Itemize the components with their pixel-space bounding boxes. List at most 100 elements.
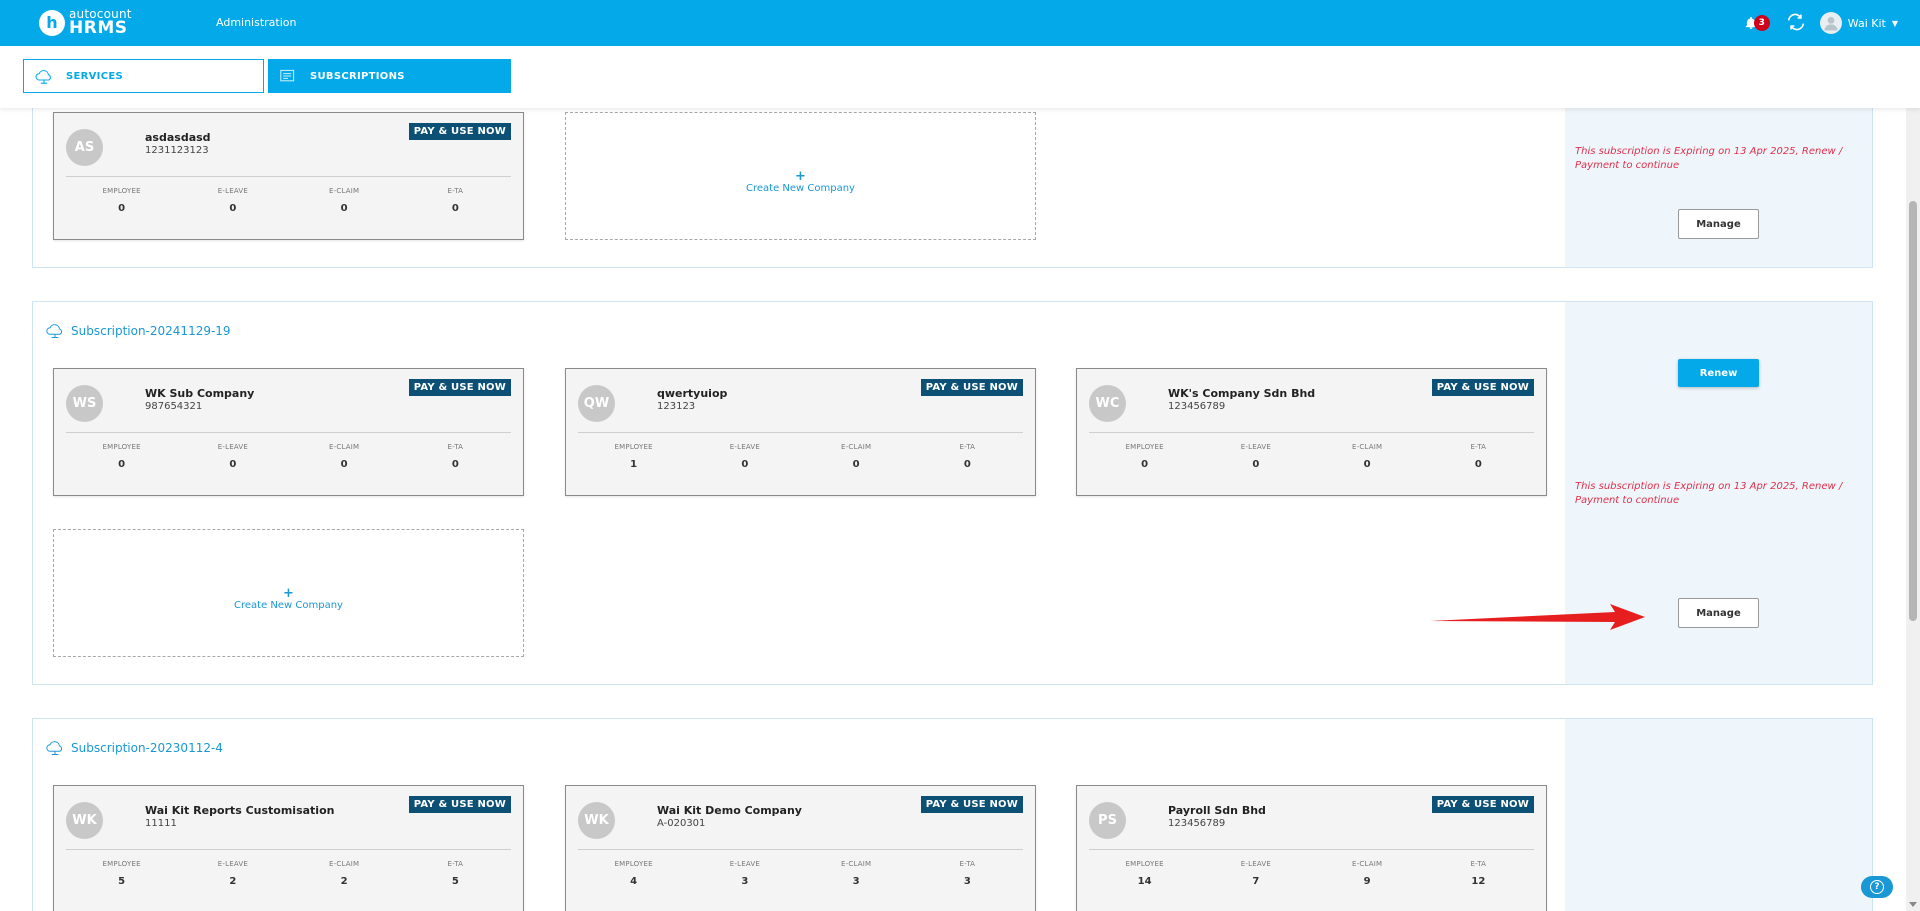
tab-services-label: SERVICES (66, 70, 123, 82)
stat-label: E-CLAIM (1352, 860, 1383, 868)
create-new-company-label: Create New Company (234, 600, 343, 611)
tab-subscriptions[interactable]: SUBSCRIPTIONS (268, 59, 511, 93)
pay-use-now-button[interactable]: PAY & USE NOW (920, 796, 1023, 813)
subscription-title[interactable]: Subscription-20241129-19 (45, 322, 231, 340)
stat-value: 7 (1252, 876, 1260, 887)
stat-value: 12 (1471, 876, 1486, 887)
pay-use-now-button[interactable]: PAY & USE NOW (408, 796, 511, 813)
stat-label: E-TA (447, 860, 464, 868)
company-card[interactable]: PAY & USE NOW QW qwertyuiop 123123 EMPLO… (565, 368, 1036, 496)
plus-icon: + (283, 586, 294, 601)
stat-value: 0 (1252, 459, 1260, 470)
vertical-scrollbar[interactable] (1906, 46, 1920, 911)
logo-icon: h (39, 9, 65, 36)
company-code: 1231123123 (145, 145, 209, 156)
stat-value: 5 (118, 876, 126, 887)
stat-label: EMPLOYEE (1125, 443, 1164, 451)
plus-icon: + (795, 169, 806, 184)
company-avatar: WC (1089, 385, 1126, 422)
scroll-thumb[interactable] (1909, 201, 1917, 621)
stat-label: EMPLOYEE (102, 187, 141, 195)
subscription-section: Subscription-20230112-4 PAY & USE NOW WK… (32, 718, 1873, 911)
company-avatar: WK (578, 802, 615, 839)
pay-use-now-button[interactable]: PAY & USE NOW (408, 123, 511, 140)
company-name: asdasdasd (145, 131, 211, 144)
stat-label: E-LEAVE (1240, 443, 1271, 451)
user-name: Wai Kit (1847, 16, 1886, 30)
avatar-icon (1819, 12, 1842, 34)
manage-button[interactable]: Manage (1678, 209, 1759, 239)
stat-value: 3 (741, 876, 749, 887)
stat-value: 0 (741, 459, 749, 470)
stat-label: EMPLOYEE (102, 443, 141, 451)
pay-use-now-button[interactable]: PAY & USE NOW (408, 379, 511, 396)
company-stats: EMPLOYEE 1 E-LEAVE 0 E-CLAIM 0 E-TA 0 (578, 443, 1023, 470)
company-card[interactable]: PAY & USE NOW WS WK Sub Company 98765432… (53, 368, 524, 496)
expiry-notice: This subscription is Expiring on 13 Apr … (1575, 481, 1843, 506)
company-code: A-020301 (657, 818, 706, 829)
company-card[interactable]: PAY & USE NOW WC WK's Company Sdn Bhd 12… (1076, 368, 1547, 496)
chevron-down-icon: ▼ (1891, 18, 1898, 28)
stat-value: 5 (451, 876, 459, 887)
cloud-icon (46, 741, 62, 756)
company-card[interactable]: PAY & USE NOW PS Payroll Sdn Bhd 1234567… (1076, 785, 1547, 911)
company-stats: EMPLOYEE 14 E-LEAVE 7 E-CLAIM 9 E-TA 12 (1089, 860, 1534, 887)
stat-label: E-LEAVE (729, 860, 760, 868)
company-card[interactable]: PAY & USE NOW AS asdasdasd 1231123123 EM… (53, 112, 524, 240)
stat-value: 0 (1363, 459, 1371, 470)
stat-label: E-LEAVE (1240, 860, 1271, 868)
stat-value: 2 (340, 876, 348, 887)
company-code: 987654321 (145, 401, 203, 412)
create-new-company-card[interactable]: + Create New Company (565, 112, 1036, 240)
divider (578, 432, 1023, 433)
stat-value: 2 (229, 876, 237, 887)
pay-use-now-button[interactable]: PAY & USE NOW (1431, 796, 1534, 813)
create-new-company-card[interactable]: + Create New Company (53, 529, 524, 657)
renew-button[interactable]: Renew (1678, 359, 1759, 387)
tab-services[interactable]: SERVICES (23, 59, 264, 93)
subscription-title[interactable]: Subscription-20230112-4 (45, 739, 223, 757)
company-card[interactable]: PAY & USE NOW WK Wai Kit Demo Company A-… (565, 785, 1036, 911)
help-icon: ? (1870, 880, 1884, 894)
manage-button[interactable]: Manage (1678, 598, 1759, 628)
app-logo[interactable]: h autocount HRMS (39, 8, 132, 37)
company-name: WK's Company Sdn Bhd (1168, 387, 1316, 400)
user-menu[interactable]: Wai Kit ▼ (1819, 12, 1898, 34)
create-new-company-label: Create New Company (746, 183, 855, 194)
stat-value: 0 (340, 459, 348, 470)
stat-label: E-LEAVE (217, 187, 248, 195)
company-avatar: WK (66, 802, 103, 839)
company-stats: EMPLOYEE 0 E-LEAVE 0 E-CLAIM 0 E-TA 0 (1089, 443, 1534, 470)
company-stats: EMPLOYEE 0 E-LEAVE 0 E-CLAIM 0 E-TA 0 (66, 187, 511, 214)
subscription-title-text: Subscription-20230112-4 (71, 741, 223, 755)
stat-value: 3 (963, 876, 971, 887)
stat-label: E-CLAIM (1352, 443, 1383, 451)
stat-value: 1 (630, 459, 638, 470)
divider (1089, 849, 1534, 850)
logo-maintext: HRMS (69, 18, 128, 38)
company-avatar: PS (1089, 802, 1126, 839)
notification-bell[interactable]: 3 (1744, 15, 1770, 31)
subscription-title-text: Subscription-20241129-19 (71, 324, 231, 338)
pay-use-now-button[interactable]: PAY & USE NOW (1431, 379, 1534, 396)
tab-bar: SERVICES SUBSCRIPTIONS (0, 46, 1920, 108)
divider (578, 849, 1023, 850)
administration-link[interactable]: Administration (216, 16, 297, 29)
stat-label: E-CLAIM (329, 443, 360, 451)
company-card[interactable]: PAY & USE NOW WK Wai Kit Reports Customi… (53, 785, 524, 911)
company-avatar: WS (66, 385, 103, 422)
company-code: 123456789 (1168, 818, 1226, 829)
switch-company-button[interactable] (1786, 13, 1806, 34)
stat-label: E-LEAVE (217, 443, 248, 451)
scroll-down-icon[interactable] (1909, 902, 1917, 907)
stat-label: E-TA (447, 187, 464, 195)
tab-subscriptions-label: SUBSCRIPTIONS (310, 70, 405, 82)
stat-label: E-TA (447, 443, 464, 451)
help-button[interactable]: ? (1861, 876, 1893, 898)
company-name: Payroll Sdn Bhd (1168, 804, 1266, 817)
expiry-notice: This subscription is Expiring on 13 Apr … (1575, 146, 1843, 171)
top-navbar: h autocount HRMS Administration 3 Wai Ki… (0, 0, 1920, 46)
pay-use-now-button[interactable]: PAY & USE NOW (920, 379, 1023, 396)
stat-value: 14 (1137, 876, 1152, 887)
stat-value: 3 (852, 876, 860, 887)
